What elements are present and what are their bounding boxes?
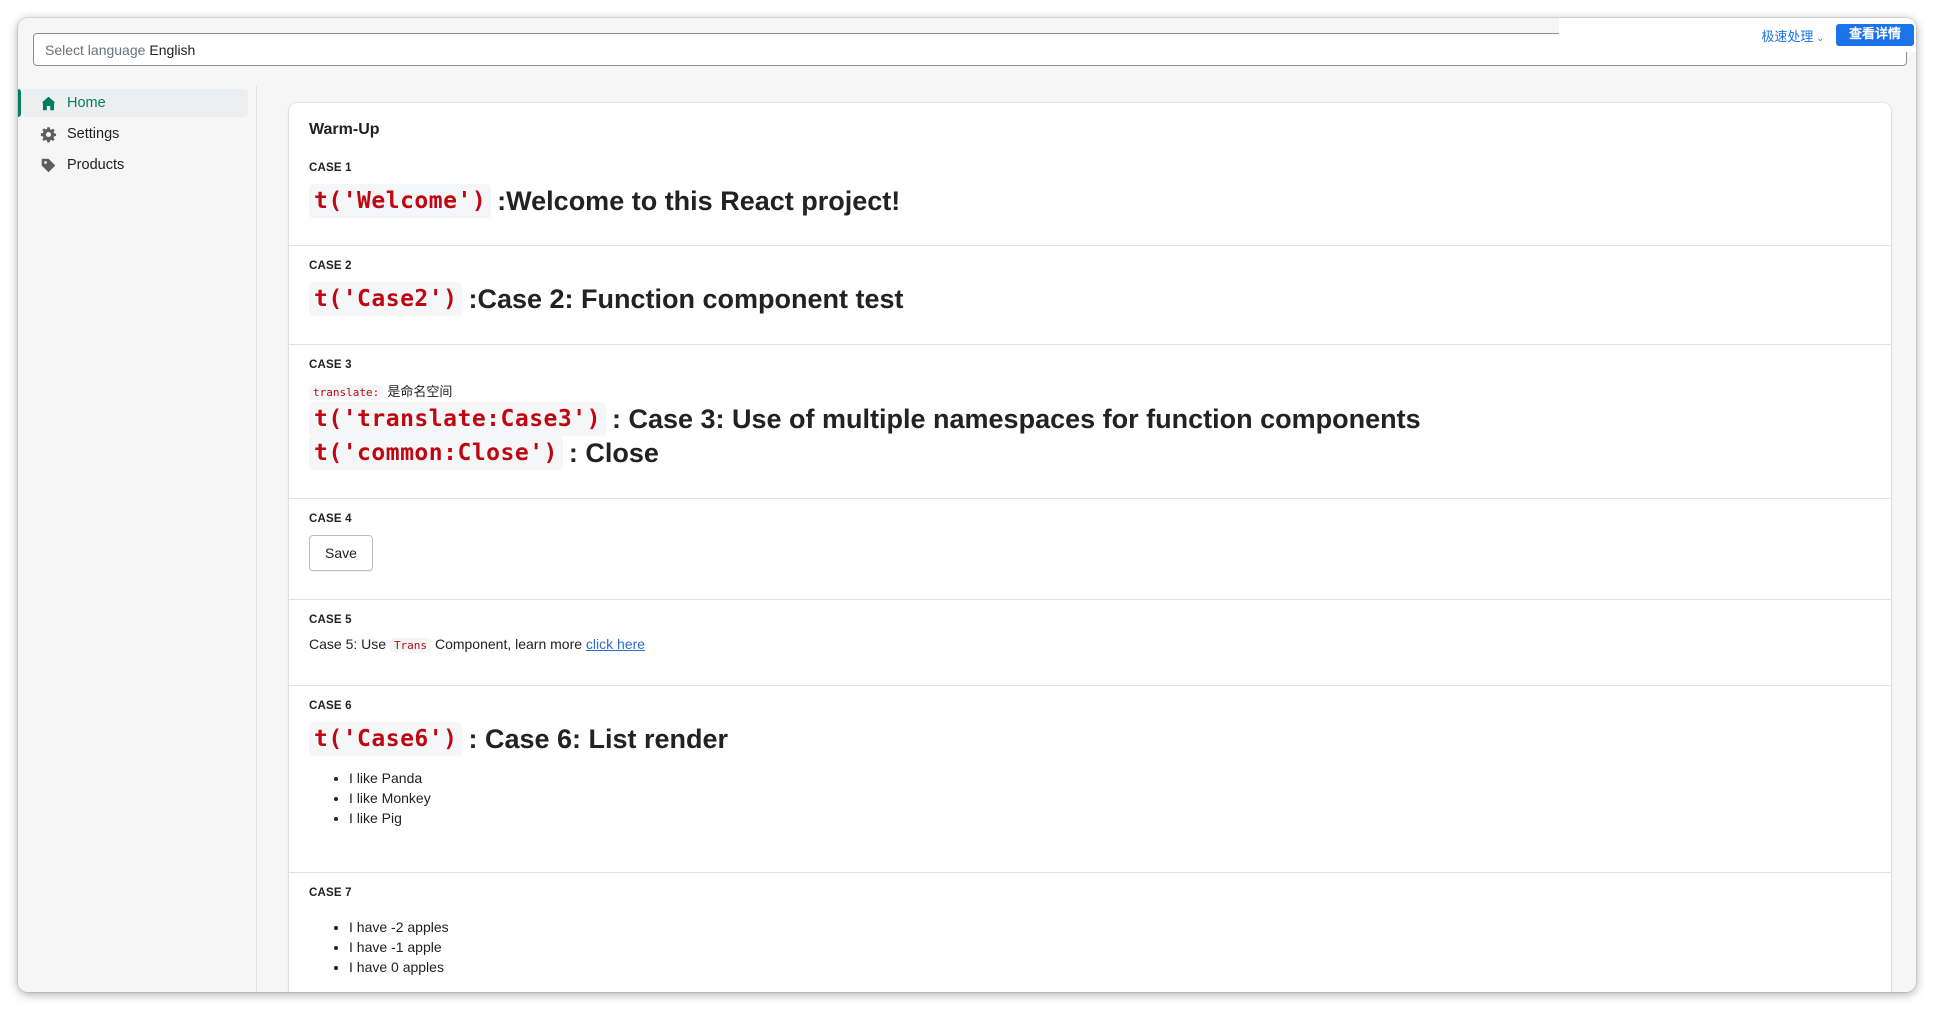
case-label: CASE 1 xyxy=(309,162,352,174)
code-snippet: t('Welcome') xyxy=(309,184,492,218)
home-icon xyxy=(41,96,56,110)
sidebar-item-products[interactable]: Products xyxy=(22,151,248,179)
apple-list: I have -2 apples I have -1 apple I have … xyxy=(309,917,1871,977)
case-label: CASE 5 xyxy=(309,614,352,626)
list-item: I like Panda xyxy=(349,768,1871,788)
learn-more-link[interactable]: click here xyxy=(586,636,645,652)
list-item: I have -1 apple xyxy=(349,937,1871,957)
case-1-section: CASE 1 t('Welcome') :Welcome to this Rea… xyxy=(289,148,1891,246)
case-3-section: CASE 3 translate: 是命名空间 t('translate:Cas… xyxy=(289,345,1891,499)
case-2-section: CASE 2 t('Case2') :Case 2: Function comp… xyxy=(289,246,1891,345)
code-snippet: t('common:Close') xyxy=(309,436,563,470)
code-snippet: t('Case2') xyxy=(309,282,463,316)
translated-text: :Case 2: Function component test xyxy=(468,284,904,314)
sidebar-item-label: Products xyxy=(67,157,125,173)
translated-text: : Case 3: Use of multiple namespaces for… xyxy=(611,404,1421,434)
translated-text: :Welcome to this React project! xyxy=(497,186,901,216)
case-6-section: CASE 6 t('Case6') : Case 6: List render … xyxy=(289,686,1891,873)
list-item: I have 0 apples xyxy=(349,957,1871,977)
tag-icon xyxy=(41,158,56,172)
list-item: I like Monkey xyxy=(349,788,1871,808)
sidebar-item-label: Settings xyxy=(67,126,120,142)
save-button[interactable]: Save xyxy=(309,535,373,571)
case-5-middle: Component, learn more xyxy=(434,636,583,652)
case-6-line: t('Case6') : Case 6: List render xyxy=(309,722,1871,756)
code-snippet: t('translate:Case3') xyxy=(309,402,606,436)
sidebar-item-home[interactable]: Home xyxy=(18,89,248,117)
view-details-button[interactable]: 查看详情 xyxy=(1835,24,1914,46)
language-select-label: Select language xyxy=(45,41,146,58)
translated-text: : Case 6: List render xyxy=(468,724,729,754)
sidebar: Home Settings Products xyxy=(18,86,257,992)
gear-icon xyxy=(40,126,57,142)
speed-dropdown[interactable]: 极速处理 ⌄ xyxy=(1761,26,1824,45)
case-5-prefix: Case 5: Use xyxy=(309,636,387,652)
case-label: CASE 7 xyxy=(309,887,352,899)
speed-label: 极速处理 xyxy=(1761,29,1814,45)
namespace-note: translate: 是命名空间 xyxy=(309,381,1871,400)
case-1-line: t('Welcome') :Welcome to this React proj… xyxy=(309,184,1871,218)
namespace-code: translate: xyxy=(309,385,384,400)
namespace-text: 是命名空间 xyxy=(387,385,453,400)
trans-code: Trans xyxy=(389,638,432,653)
list-item: I have -2 apples xyxy=(349,917,1871,937)
case-3-line-1: t('translate:Case3') : Case 3: Use of mu… xyxy=(309,402,1871,436)
case-5-line: Case 5: Use Trans Component, learn more … xyxy=(309,636,1871,653)
app-window: Select language English ⌄ 极速处理⌄ 查看详情 Hom… xyxy=(18,18,1916,992)
code-snippet: t('Case6') xyxy=(309,722,463,756)
case-4-section: CASE 4 Save xyxy=(289,499,1891,600)
animal-list: I like Panda I like Monkey I like Pig xyxy=(309,768,1871,828)
caret-down-icon: ⌄ xyxy=(1816,33,1824,44)
page-title: Warm-Up xyxy=(309,121,380,138)
language-select-value: English xyxy=(149,41,196,58)
list-item: I like Pig xyxy=(349,808,1871,828)
sidebar-item-settings[interactable]: Settings xyxy=(22,120,248,148)
translated-text: : Close xyxy=(568,438,659,468)
case-label: CASE 6 xyxy=(309,700,352,712)
main-card: Warm-Up CASE 1 t('Welcome') :Welcome to … xyxy=(289,103,1891,992)
floating-toolbar: 极速处理 ⌄ 查看详情 xyxy=(1559,18,1916,52)
case-label: CASE 4 xyxy=(309,513,352,525)
case-5-section: CASE 5 Case 5: Use Trans Component, lear… xyxy=(289,600,1891,686)
case-label: CASE 3 xyxy=(309,359,352,371)
case-3-line-2: t('common:Close') : Close xyxy=(309,436,1871,470)
case-label: CASE 2 xyxy=(309,260,352,272)
case-2-line: t('Case2') :Case 2: Function component t… xyxy=(309,282,1871,316)
case-7-section: CASE 7 I have -2 apples I have -1 apple … xyxy=(289,873,1891,977)
sidebar-item-label: Home xyxy=(67,95,106,111)
